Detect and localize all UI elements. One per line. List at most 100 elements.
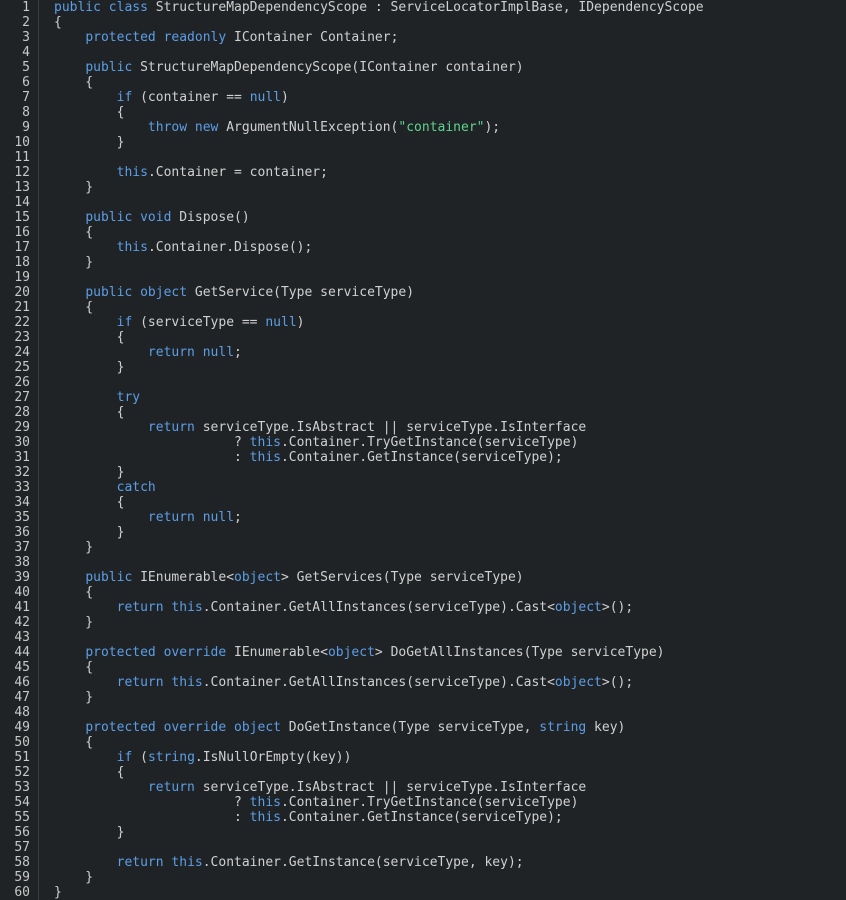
code-text[interactable]: { (54, 660, 93, 675)
code-line[interactable]: 20 public object GetService(Type service… (0, 285, 846, 300)
code-text[interactable]: return serviceType.IsAbstract || service… (54, 780, 586, 795)
code-text[interactable]: try (54, 390, 140, 405)
code-line[interactable]: 53 return serviceType.IsAbstract || serv… (0, 780, 846, 795)
code-line[interactable]: 47 } (0, 690, 846, 705)
code-text[interactable]: } (54, 825, 125, 840)
code-line[interactable]: 55 : this.Container.GetInstance(serviceT… (0, 810, 846, 825)
code-line[interactable]: 33 catch (0, 480, 846, 495)
code-line[interactable]: 2{ (0, 15, 846, 30)
code-text[interactable]: } (54, 525, 125, 540)
code-line[interactable]: 45 { (0, 660, 846, 675)
code-text[interactable]: } (54, 870, 93, 885)
code-text[interactable]: catch (54, 480, 156, 495)
code-line[interactable]: 8 { (0, 105, 846, 120)
code-line[interactable]: 4 (0, 45, 846, 60)
code-text[interactable]: { (54, 15, 62, 30)
code-line[interactable]: 54 ? this.Container.TryGetInstance(servi… (0, 795, 846, 810)
code-lines[interactable]: 1 public class StructureMapDependencyScop… (0, 0, 846, 900)
code-line[interactable]: 30 ? this.Container.TryGetInstance(servi… (0, 435, 846, 450)
code-text[interactable]: { (54, 735, 93, 750)
code-text[interactable]: if (container == null) (54, 90, 289, 105)
code-text[interactable]: return serviceType.IsAbstract || service… (54, 420, 586, 435)
code-text[interactable]: { (54, 300, 93, 315)
code-text[interactable]: protected override IEnumerable<object> D… (54, 645, 664, 660)
code-text[interactable]: public void Dispose() (54, 210, 249, 225)
code-line[interactable]: 42 } (0, 615, 846, 630)
code-text[interactable]: } (54, 180, 93, 195)
code-text[interactable]: ? this.Container.TryGetInstance(serviceT… (54, 435, 578, 450)
code-text[interactable]: { (54, 225, 93, 240)
code-line[interactable]: 56 } (0, 825, 846, 840)
code-text[interactable]: public IEnumerable<object> GetServices(T… (54, 570, 523, 585)
code-text[interactable]: : this.Container.GetInstance(serviceType… (54, 810, 563, 825)
code-line[interactable]: 41 return this.Container.GetAllInstances… (0, 600, 846, 615)
code-line[interactable]: 19 (0, 270, 846, 285)
code-text[interactable]: } (54, 255, 93, 270)
code-text[interactable]: throw new ArgumentNullException("contain… (54, 120, 500, 135)
code-line[interactable]: 50 { (0, 735, 846, 750)
code-text[interactable]: public StructureMapDependencyScope(ICont… (54, 60, 523, 75)
code-line[interactable]: 10 } (0, 135, 846, 150)
code-text[interactable]: return null; (54, 510, 242, 525)
code-line[interactable]: 6 { (0, 75, 846, 90)
code-line[interactable]: 22 if (serviceType == null) (0, 315, 846, 330)
code-text[interactable]: protected readonly IContainer Container; (54, 30, 398, 45)
code-line[interactable]: 34 { (0, 495, 846, 510)
code-line[interactable]: 38 (0, 555, 846, 570)
code-line[interactable]: 16 { (0, 225, 846, 240)
code-text[interactable]: this.Container = container; (54, 165, 328, 180)
code-text[interactable]: { (54, 105, 125, 120)
code-text[interactable]: } (54, 360, 125, 375)
code-line[interactable]: 7 if (container == null) (0, 90, 846, 105)
code-text[interactable]: return this.Container.GetAllInstances(se… (54, 600, 634, 615)
code-line[interactable]: 40 { (0, 585, 846, 600)
code-line[interactable]: 13 } (0, 180, 846, 195)
code-line[interactable]: 29 return serviceType.IsAbstract || serv… (0, 420, 846, 435)
code-line[interactable]: 48 (0, 705, 846, 720)
code-line[interactable]: 52 { (0, 765, 846, 780)
code-line[interactable]: 35 return null; (0, 510, 846, 525)
code-text[interactable]: } (54, 615, 93, 630)
code-text[interactable]: return null; (54, 345, 242, 360)
code-line[interactable]: 58 return this.Container.GetInstance(ser… (0, 855, 846, 870)
code-text[interactable]: { (54, 495, 125, 510)
code-line[interactable]: 32 } (0, 465, 846, 480)
code-line[interactable]: 25 } (0, 360, 846, 375)
code-line[interactable]: 43 (0, 630, 846, 645)
code-line[interactable]: 24 return null; (0, 345, 846, 360)
code-text[interactable]: { (54, 585, 93, 600)
code-line[interactable]: 14 (0, 195, 846, 210)
code-line[interactable]: 17 this.Container.Dispose(); (0, 240, 846, 255)
code-line[interactable]: 60} (0, 885, 846, 900)
code-text[interactable]: protected override object DoGetInstance(… (54, 720, 625, 735)
code-line[interactable]: 57 (0, 840, 846, 855)
code-text[interactable]: public object GetService(Type serviceTyp… (54, 285, 414, 300)
code-line[interactable]: 15 public void Dispose() (0, 210, 846, 225)
code-line[interactable]: 3 protected readonly IContainer Containe… (0, 30, 846, 45)
code-text[interactable]: } (54, 540, 93, 555)
code-text[interactable]: } (54, 690, 93, 705)
code-line[interactable]: 21 { (0, 300, 846, 315)
code-text[interactable]: ? this.Container.TryGetInstance(serviceT… (54, 795, 578, 810)
code-line[interactable]: 28 { (0, 405, 846, 420)
code-line[interactable]: 36 } (0, 525, 846, 540)
code-editor[interactable]: 1 public class StructureMapDependencyScop… (0, 0, 846, 900)
code-line[interactable]: 5 public StructureMapDependencyScope(ICo… (0, 60, 846, 75)
code-line[interactable]: 12 this.Container = container; (0, 165, 846, 180)
code-line[interactable]: 9 throw new ArgumentNullException("conta… (0, 120, 846, 135)
code-line[interactable]: 59 } (0, 870, 846, 885)
code-text[interactable]: } (54, 465, 125, 480)
code-text[interactable]: } (54, 135, 125, 150)
code-text[interactable]: return this.Container.GetAllInstances(se… (54, 675, 634, 690)
code-text[interactable]: : this.Container.GetInstance(serviceType… (54, 450, 563, 465)
code-line[interactable]: 31 : this.Container.GetInstance(serviceT… (0, 450, 846, 465)
code-line[interactable]: 46 return this.Container.GetAllInstances… (0, 675, 846, 690)
code-text[interactable]: return this.Container.GetInstance(servic… (54, 855, 524, 870)
code-line[interactable]: 1 public class StructureMapDependencyScop… (0, 0, 846, 15)
code-text[interactable]: } (54, 885, 62, 900)
code-line[interactable]: 37 } (0, 540, 846, 555)
code-line[interactable]: 11 (0, 150, 846, 165)
code-text[interactable]: if (serviceType == null) (54, 315, 305, 330)
code-line[interactable]: 39 public IEnumerable<object> GetService… (0, 570, 846, 585)
code-line[interactable]: 27 try (0, 390, 846, 405)
